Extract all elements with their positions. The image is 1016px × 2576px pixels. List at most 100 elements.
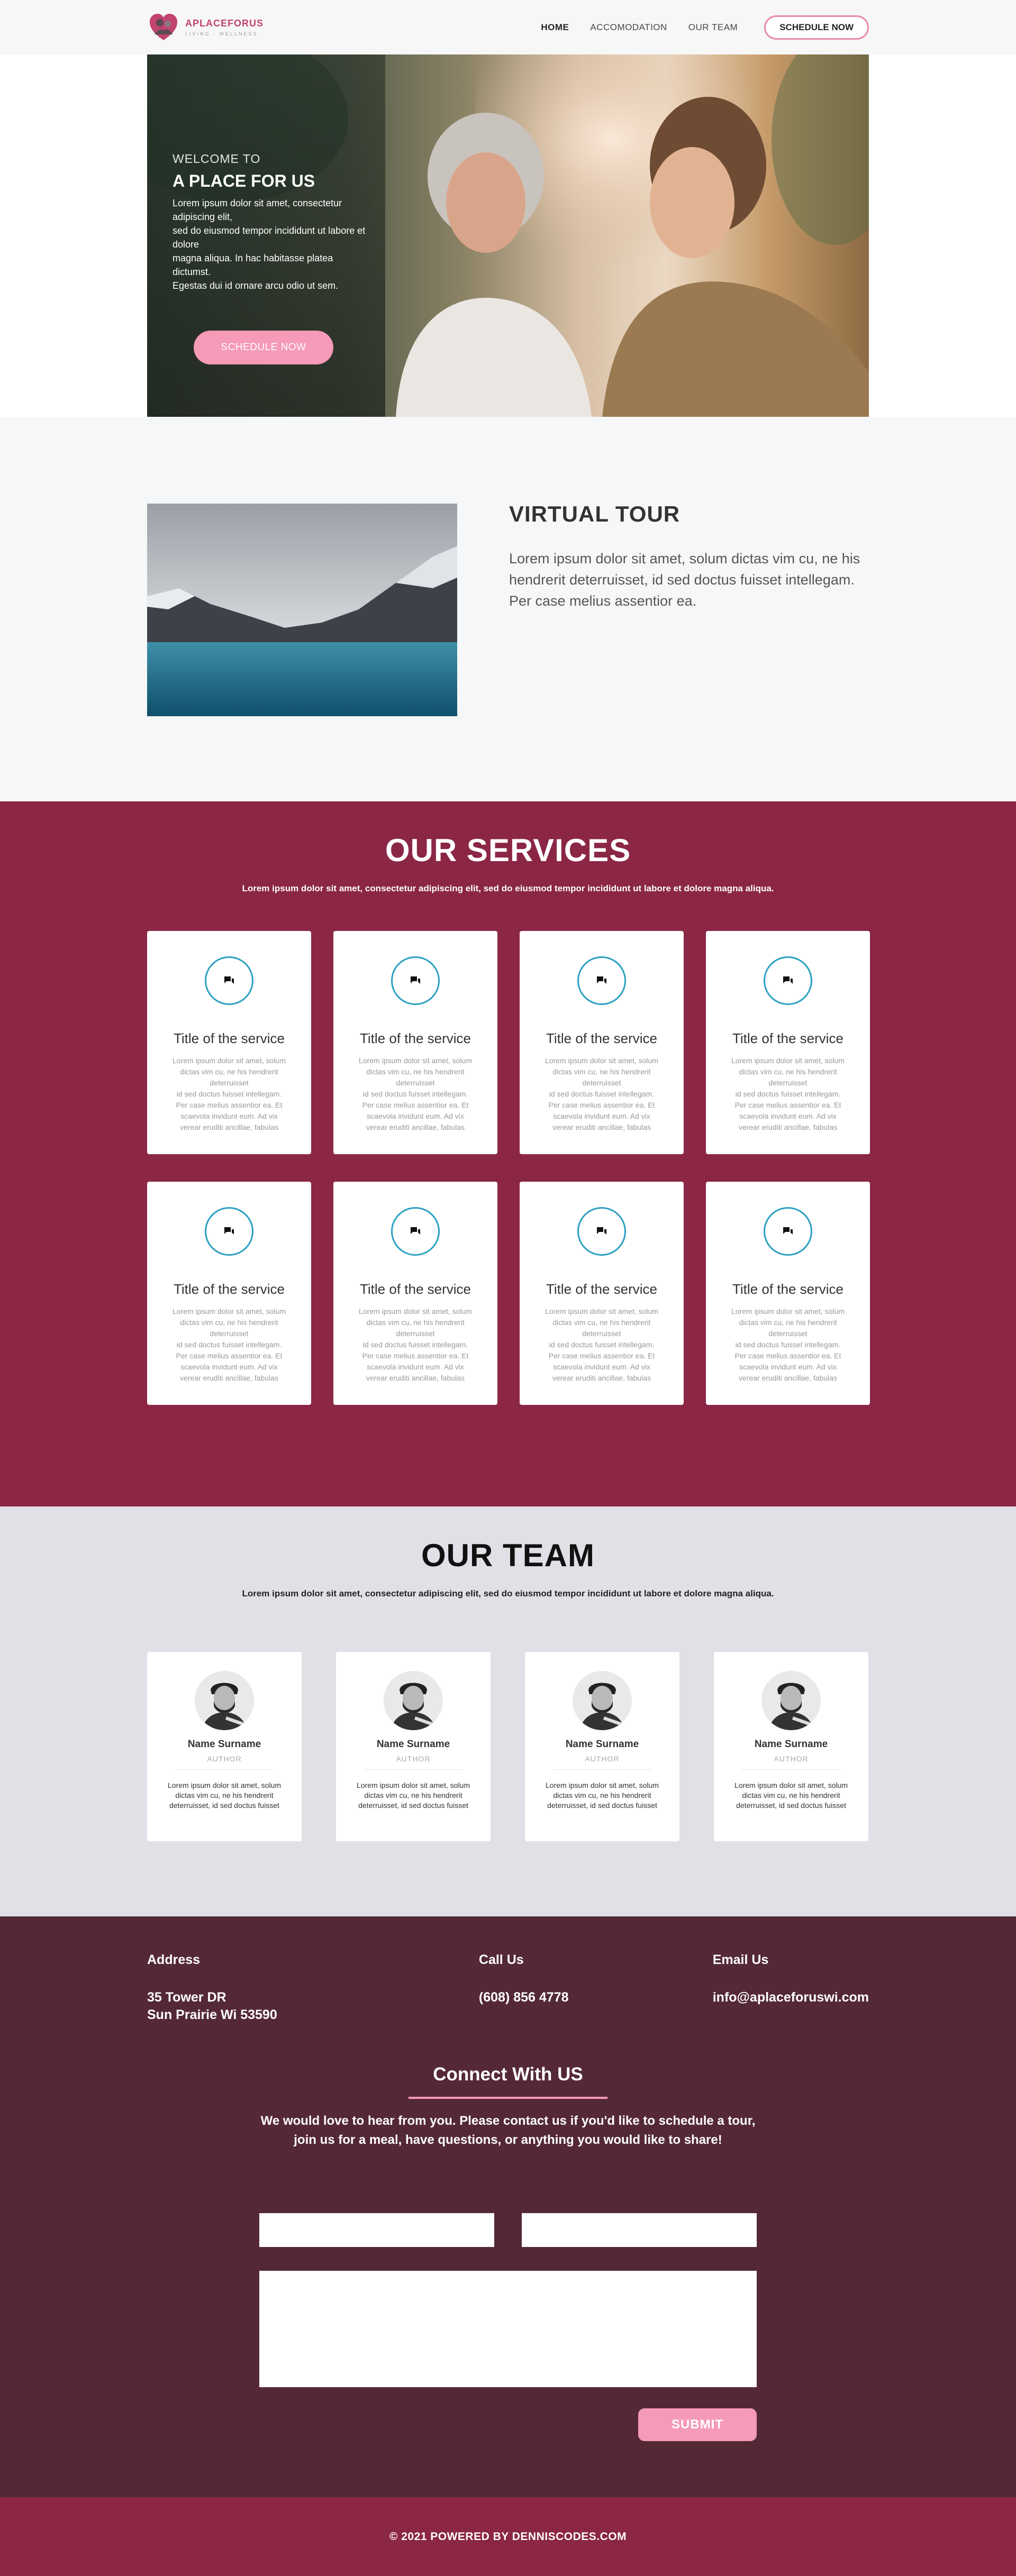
service-description: Lorem ipsum dolor sit amet, solum dictas… bbox=[359, 1307, 472, 1382]
service-card[interactable]: Title of the service Lorem ipsum dolor si… bbox=[520, 1182, 684, 1405]
service-description: Lorem ipsum dolor sit amet, solum dictas… bbox=[731, 1307, 845, 1382]
chat-icon bbox=[577, 1207, 626, 1256]
virtual-tour-body: Lorem ipsum dolor sit amet, solum dictas… bbox=[509, 551, 860, 609]
team-member-card[interactable]: Name Surname AUTHOR Lorem ipsum dolor sit … bbox=[714, 1652, 868, 1841]
service-description: Lorem ipsum dolor sit amet, solum dictas… bbox=[545, 1056, 658, 1131]
service-card[interactable]: Title of the service Lorem ipsum dolor si… bbox=[706, 1182, 870, 1405]
virtual-tour-section: VIRTUAL TOUR Lorem ipsum dolor sit amet,… bbox=[0, 417, 1016, 801]
member-role: AUTHOR bbox=[207, 1755, 242, 1763]
chat-icon bbox=[391, 956, 440, 1005]
services-section: OUR SERVICES Lorem ipsum dolor sit amet,… bbox=[0, 801, 1016, 1506]
service-title: Title of the service bbox=[732, 1281, 843, 1297]
logo-name: APLACEFORUS bbox=[185, 18, 264, 29]
logo-tagline: LIVING · WELLNESS bbox=[185, 31, 258, 36]
card-divider bbox=[741, 1769, 841, 1770]
address-block: Address 35 Tower DR Sun Prairie Wi 53590 bbox=[147, 1952, 479, 2024]
member-role: AUTHOR bbox=[774, 1755, 809, 1763]
logo[interactable]: APLACEFORUS LIVING · WELLNESS bbox=[147, 11, 264, 44]
nav-links: HOME ACCOMODATION OUR TEAM SCHEDULE NOW bbox=[541, 15, 869, 40]
avatar bbox=[384, 1671, 443, 1730]
virtual-tour-image[interactable] bbox=[147, 504, 457, 716]
virtual-tour-title: VIRTUAL TOUR bbox=[509, 501, 681, 526]
services-subtitle: Lorem ipsum dolor sit amet, consectetur … bbox=[242, 883, 774, 893]
connect-text: We would love to hear from you. Please c… bbox=[260, 2114, 756, 2147]
hero-welcome: WELCOME TO bbox=[173, 152, 261, 166]
footer: © 2021 POWERED BY DENNISCODES.COM bbox=[0, 2497, 1016, 2576]
contact-section: Address 35 Tower DR Sun Prairie Wi 53590… bbox=[0, 1916, 1016, 2497]
address-label: Address bbox=[147, 1952, 201, 1967]
services-title: OUR SERVICES bbox=[385, 833, 631, 868]
top-nav: APLACEFORUS LIVING · WELLNESS HOME ACCOM… bbox=[0, 0, 1016, 54]
member-role: AUTHOR bbox=[396, 1755, 431, 1763]
card-divider bbox=[175, 1769, 274, 1770]
service-card[interactable]: Title of the service Lorem ipsum dolor si… bbox=[520, 931, 684, 1154]
member-name: Name Surname bbox=[187, 1739, 261, 1750]
service-description: Lorem ipsum dolor sit amet, solum dictas… bbox=[173, 1307, 286, 1382]
email-input[interactable] bbox=[522, 2213, 757, 2247]
service-card[interactable]: Title of the service Lorem ipsum dolor si… bbox=[147, 1182, 311, 1405]
email-address[interactable]: info@aplaceforuswi.com bbox=[713, 1989, 869, 2006]
team-section: OUR TEAM Lorem ipsum dolor sit amet, con… bbox=[0, 1506, 1016, 1916]
service-card[interactable]: Title of the service Lorem ipsum dolor si… bbox=[333, 1182, 497, 1405]
chat-icon bbox=[205, 956, 253, 1005]
virtual-tour-text: VIRTUAL TOUR Lorem ipsum dolor sit amet,… bbox=[509, 501, 869, 716]
service-card[interactable]: Title of the service Lorem ipsum dolor si… bbox=[147, 931, 311, 1154]
service-description: Lorem ipsum dolor sit amet, solum dictas… bbox=[359, 1056, 472, 1131]
email-block: Email Us info@aplaceforuswi.com bbox=[713, 1952, 869, 2024]
member-bio: Lorem ipsum dolor sit amet, solum dictas… bbox=[546, 1781, 659, 1810]
team-member-card[interactable]: Name Surname AUTHOR Lorem ipsum dolor sit … bbox=[525, 1652, 679, 1841]
avatar bbox=[195, 1671, 254, 1730]
schedule-now-hero-button[interactable]: SCHEDULE NOW bbox=[194, 331, 333, 364]
email-label: Email Us bbox=[712, 1952, 769, 1967]
services-grid: Title of the service Lorem ipsum dolor si… bbox=[147, 931, 870, 1405]
hero-banner: WELCOME TO A PLACE FOR US Lorem ipsum do… bbox=[147, 54, 869, 417]
chat-icon bbox=[577, 956, 626, 1005]
service-title: Title of the service bbox=[732, 1030, 843, 1046]
nav-link-our-team[interactable]: OUR TEAM bbox=[688, 22, 738, 33]
avatar bbox=[761, 1671, 821, 1730]
member-bio: Lorem ipsum dolor sit amet, solum dictas… bbox=[734, 1781, 848, 1810]
contact-info-row: Address 35 Tower DR Sun Prairie Wi 53590… bbox=[147, 1916, 869, 2024]
hero-section: WELCOME TO A PLACE FOR US Lorem ipsum do… bbox=[0, 54, 1016, 417]
submit-button[interactable]: SUBMIT bbox=[638, 2408, 757, 2441]
member-name: Name Surname bbox=[565, 1739, 639, 1750]
phone-number[interactable]: (608) 856 4778 bbox=[479, 1989, 713, 2006]
card-divider bbox=[552, 1769, 652, 1770]
nav-link-home[interactable]: HOME bbox=[541, 22, 569, 33]
logo-heart-icon bbox=[150, 13, 177, 40]
service-card[interactable]: Title of the service Lorem ipsum dolor si… bbox=[706, 931, 870, 1154]
member-bio: Lorem ipsum dolor sit amet, solum dictas… bbox=[357, 1781, 470, 1810]
contact-form: SUBMIT bbox=[259, 2213, 757, 2441]
lake-mountain-image bbox=[147, 504, 457, 716]
hero-text: Lorem ipsum dolor sit amet, consectetur … bbox=[173, 198, 366, 291]
chat-icon bbox=[764, 1207, 812, 1256]
team-title: OUR TEAM bbox=[421, 1538, 595, 1573]
team-grid: Name Surname AUTHOR Lorem ipsum dolor sit … bbox=[147, 1652, 869, 1841]
name-input[interactable] bbox=[259, 2213, 494, 2247]
member-name: Name Surname bbox=[754, 1739, 828, 1750]
connect-divider bbox=[409, 2097, 607, 2099]
nav-link-accomodation[interactable]: ACCOMODATION bbox=[590, 22, 667, 33]
service-description: Lorem ipsum dolor sit amet, solum dictas… bbox=[173, 1056, 286, 1131]
call-block: Call Us (608) 856 4778 bbox=[479, 1952, 713, 2024]
member-name: Name Surname bbox=[376, 1739, 450, 1750]
avatar bbox=[573, 1671, 632, 1730]
schedule-now-nav-button[interactable]: SCHEDULE NOW bbox=[764, 15, 869, 40]
service-card[interactable]: Title of the service Lorem ipsum dolor si… bbox=[333, 931, 497, 1154]
team-member-card[interactable]: Name Surname AUTHOR Lorem ipsum dolor sit … bbox=[147, 1652, 302, 1841]
service-title: Title of the service bbox=[546, 1281, 657, 1297]
service-description: Lorem ipsum dolor sit amet, solum dictas… bbox=[545, 1307, 658, 1382]
service-description: Lorem ipsum dolor sit amet, solum dictas… bbox=[731, 1056, 845, 1131]
member-role: AUTHOR bbox=[585, 1755, 620, 1763]
message-textarea[interactable] bbox=[259, 2271, 757, 2387]
hero-title: A PLACE FOR US bbox=[173, 171, 315, 190]
hero-content: WELCOME TO A PLACE FOR US Lorem ipsum do… bbox=[173, 152, 374, 293]
member-bio: Lorem ipsum dolor sit amet, solum dictas… bbox=[168, 1781, 281, 1810]
card-divider bbox=[364, 1769, 463, 1770]
service-title: Title of the service bbox=[359, 1281, 471, 1297]
service-title: Title of the service bbox=[546, 1030, 657, 1046]
team-member-card[interactable]: Name Surname AUTHOR Lorem ipsum dolor sit … bbox=[336, 1652, 491, 1841]
address-value: 35 Tower DR Sun Prairie Wi 53590 bbox=[147, 1990, 277, 2022]
team-subtitle: Lorem ipsum dolor sit amet, consectetur … bbox=[242, 1588, 774, 1598]
chat-icon bbox=[764, 956, 812, 1005]
